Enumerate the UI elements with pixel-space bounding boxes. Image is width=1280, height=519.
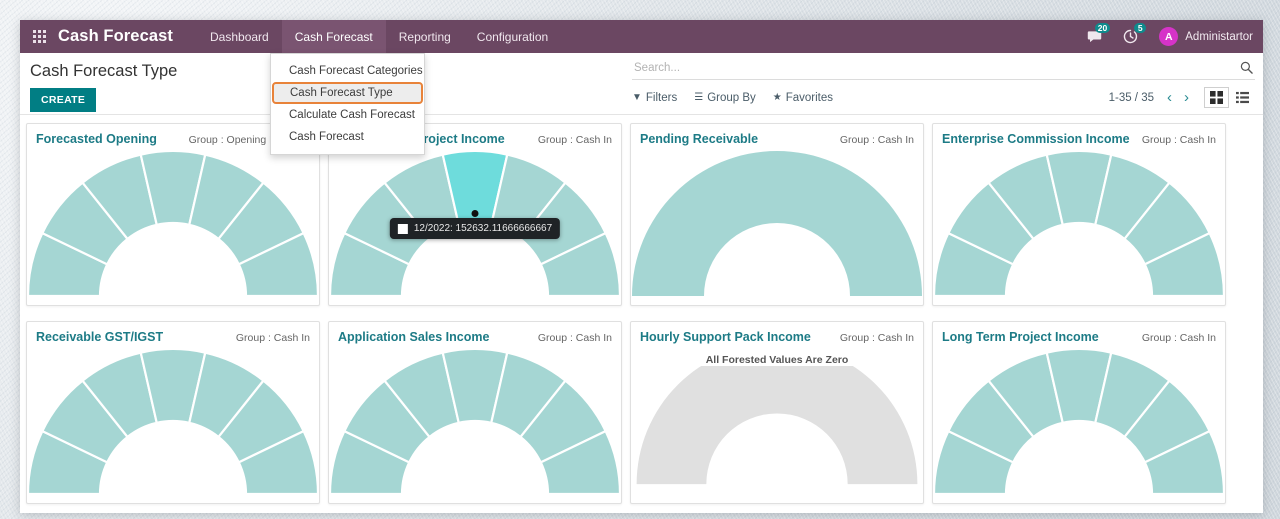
- gauge-container[interactable]: [329, 346, 621, 496]
- kanban-board: Forecasted Opening Group : Opening Foreca…: [20, 115, 1263, 513]
- search-input[interactable]: [634, 61, 1240, 74]
- card-group-label: Group : Cash In: [537, 332, 612, 344]
- kanban-card[interactable]: Pending Receivable Group : Cash In: [630, 123, 924, 306]
- gauge-hover-point: [471, 210, 479, 217]
- user-name: Administartor: [1185, 30, 1253, 43]
- gauge-chart: [934, 347, 1224, 496]
- card-header: Hourly Support Pack Income Group : Cash I…: [631, 322, 923, 344]
- menu-item-cash-forecast[interactable]: Cash Forecast: [271, 126, 424, 148]
- view-switcher: [1204, 87, 1255, 108]
- funnel-icon: ▼: [632, 92, 642, 103]
- pager-count: 1-35 / 35: [1108, 91, 1154, 104]
- card-header: Enterprise Commission Income Group : Cash…: [933, 124, 1225, 146]
- card-title: Pending Receivable: [640, 132, 759, 146]
- control-panel-right: ▼ Filters ☰ Group By ★ Favorites 1-35 / …: [632, 53, 1263, 108]
- gauge-chart: [632, 151, 922, 296]
- card-title: Enterprise Commission Income: [942, 132, 1130, 146]
- gauge-container[interactable]: [933, 346, 1225, 496]
- gauge-chart: [636, 366, 918, 485]
- card-title: Long Term Project Income: [942, 330, 1099, 344]
- activities-button[interactable]: 5: [1113, 20, 1147, 53]
- search-icon[interactable]: [1240, 61, 1253, 74]
- app-window: Cash Forecast Dashboard Cash Forecast Re…: [20, 20, 1263, 513]
- gauge-container[interactable]: [631, 148, 923, 298]
- card-group-label: Group : Cash In: [1141, 332, 1216, 344]
- search-bar: [632, 59, 1255, 80]
- apps-grid-icon[interactable]: [20, 30, 54, 43]
- filters-button[interactable]: ▼ Filters: [632, 92, 677, 104]
- tooltip-color-swatch: [397, 223, 408, 234]
- pager: 1-35 / 35 ‹ ›: [1109, 87, 1255, 108]
- menu-item-cash-forecast-type[interactable]: Cash Forecast Type: [272, 82, 423, 104]
- top-navbar: Cash Forecast Dashboard Cash Forecast Re…: [20, 20, 1263, 53]
- kanban-card[interactable]: Enterprise Commission Income Group : Cash…: [932, 123, 1226, 306]
- menu-item-calculate-cash-forecast[interactable]: Calculate Cash Forecast: [271, 104, 424, 126]
- user-menu[interactable]: A Administartor: [1149, 27, 1253, 46]
- gauge-container[interactable]: [631, 366, 923, 488]
- gauge-chart: [28, 149, 318, 298]
- card-title: Forecasted Opening: [36, 132, 157, 146]
- kanban-card[interactable]: Application Sales Income Group : Cash In: [328, 321, 622, 504]
- chevron-left-icon[interactable]: ‹: [1162, 90, 1177, 105]
- menu-item-cash-forecast-categories[interactable]: Cash Forecast Categories: [271, 60, 424, 82]
- activities-badge: 5: [1134, 23, 1147, 33]
- card-group-label: Group : Cash In: [839, 332, 914, 344]
- messages-badge: 20: [1094, 23, 1111, 33]
- gauge-chart: [28, 347, 318, 496]
- list-view-icon[interactable]: [1230, 87, 1255, 108]
- kanban-card[interactable]: Long Term Project Income Group : Cash In: [932, 321, 1226, 504]
- kanban-card[interactable]: Receivable GST/IGST Group : Cash In: [26, 321, 320, 504]
- card-group-label: Group : Cash In: [839, 134, 914, 146]
- filter-toolbar: ▼ Filters ☰ Group By ★ Favorites 1-35 / …: [632, 80, 1255, 108]
- gauge-chart: [934, 149, 1224, 298]
- tooltip-label: 12/2022: 152632.11666666667: [413, 223, 553, 234]
- gauge-container[interactable]: [27, 346, 319, 496]
- grid-view-icon[interactable]: [1204, 87, 1229, 108]
- nav-item-cash-forecast[interactable]: Cash Forecast: [281, 20, 386, 53]
- hamburger-icon: ☰: [694, 92, 704, 103]
- nav-item-reporting[interactable]: Reporting: [386, 20, 464, 53]
- filters-label: Filters: [645, 91, 678, 104]
- star-icon: ★: [772, 92, 782, 103]
- zero-values-message: All Forested Values Are Zero: [705, 354, 849, 366]
- card-title: Hourly Support Pack Income: [640, 330, 811, 344]
- card-title: Application Sales Income: [338, 330, 490, 344]
- card-group-label: Group : Cash In: [235, 332, 310, 344]
- avatar: A: [1159, 27, 1179, 46]
- kanban-card[interactable]: Hourly Support Pack Income Group : Cash I…: [630, 321, 924, 504]
- create-button[interactable]: CREATE: [30, 88, 97, 112]
- gauge-chart: [330, 347, 620, 496]
- card-group-label: Group : Cash In: [537, 134, 612, 146]
- favorites-button[interactable]: ★ Favorites: [773, 92, 833, 104]
- brand-title: Cash Forecast: [58, 27, 174, 45]
- group-by-label: Group By: [707, 91, 756, 104]
- navbar-right-tools: 20 5 A Administartor: [1077, 20, 1263, 53]
- favorites-label: Favorites: [785, 91, 834, 104]
- card-header: Pending Receivable Group : Cash In: [631, 124, 923, 146]
- cash-forecast-dropdown-menu: Cash Forecast Categories Cash Forecast T…: [270, 53, 425, 155]
- nav-item-dashboard[interactable]: Dashboard: [197, 20, 282, 53]
- card-header: Long Term Project Income Group : Cash In: [933, 322, 1225, 344]
- messages-button[interactable]: 20: [1077, 20, 1111, 53]
- navbar-menu: Dashboard Cash Forecast Reporting Config…: [197, 20, 561, 53]
- gauge-tooltip: 12/2022: 152632.11666666667: [389, 218, 561, 239]
- card-title: Receivable GST/IGST: [36, 330, 164, 344]
- control-panel: Cash Forecast Type CREATE ▼ Filters: [20, 53, 1263, 115]
- card-group-label: Group : Cash In: [1141, 134, 1216, 146]
- gauge-container[interactable]: 12/2022: 152632.11666666667: [329, 148, 621, 298]
- gauge-container[interactable]: [27, 148, 319, 298]
- nav-item-configuration[interactable]: Configuration: [464, 20, 561, 53]
- card-header: Receivable GST/IGST Group : Cash In: [27, 322, 319, 344]
- group-by-button[interactable]: ☰ Group By: [694, 92, 756, 104]
- chevron-right-icon[interactable]: ›: [1179, 90, 1194, 105]
- gauge-container[interactable]: [933, 148, 1225, 298]
- card-header: Application Sales Income Group : Cash In: [329, 322, 621, 344]
